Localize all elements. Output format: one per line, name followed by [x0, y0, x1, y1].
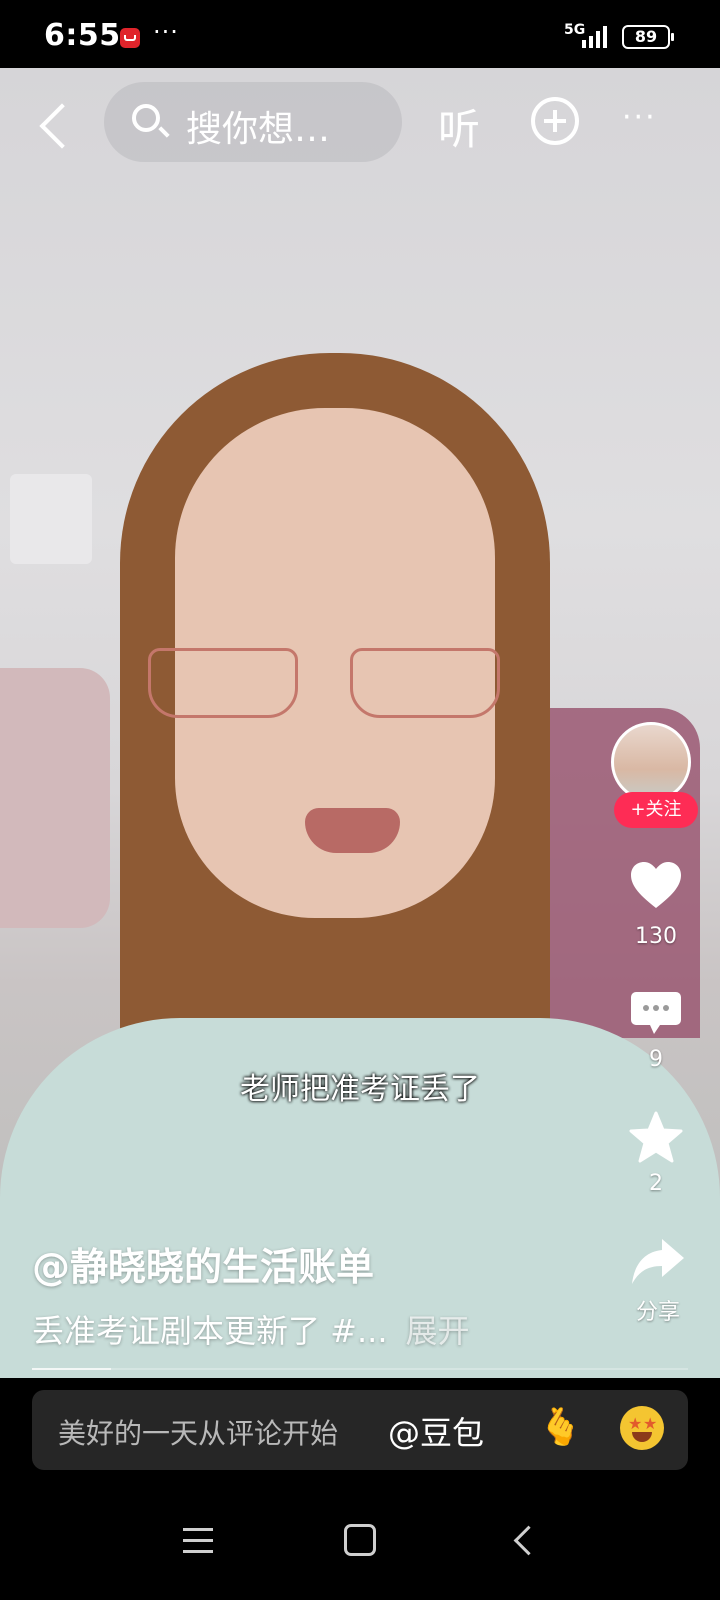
notification-app-icon [120, 28, 140, 48]
like-heart-icon[interactable] [628, 858, 684, 914]
video-progress-bar[interactable] [32, 1368, 688, 1370]
add-circle-icon[interactable] [531, 97, 579, 145]
search-icon [132, 104, 160, 132]
comment-bubble-icon[interactable] [630, 990, 682, 1036]
person-mouth [305, 808, 400, 853]
battery-icon: 89 [622, 25, 674, 49]
mention-button[interactable]: @豆包 [388, 1408, 484, 1454]
glasses-left-lens [148, 648, 298, 718]
star-eyes-emoji-icon[interactable]: ★ ★ [620, 1406, 664, 1450]
recent-apps-icon[interactable] [183, 1528, 213, 1554]
video-description[interactable]: 丢准考证剧本更新了 #... 展开 [32, 1306, 470, 1352]
system-navigation-bar [0, 1486, 720, 1600]
glasses-right-lens [350, 648, 500, 718]
follow-button[interactable]: +关注 [614, 792, 698, 828]
like-count: 130 [635, 924, 677, 949]
home-icon[interactable] [344, 1524, 376, 1556]
favorite-count: 2 [649, 1171, 663, 1196]
wall-switch [10, 474, 92, 564]
video-progress-fill [32, 1368, 111, 1370]
favorite-star-icon[interactable] [628, 1110, 684, 1166]
video-subtitle: 老师把准考证丢了 [240, 1072, 480, 1107]
back-button[interactable] [36, 100, 76, 150]
signal-icon [582, 24, 612, 48]
heart-hand-emoji-icon[interactable]: 🫰 [538, 1406, 583, 1448]
status-bar: 6:55 ··· 5G 89 [0, 0, 720, 68]
author-avatar[interactable] [611, 722, 691, 802]
status-more-indicator: ··· [153, 18, 179, 46]
listen-button[interactable]: 听 [438, 96, 480, 157]
status-time: 6:55 [44, 18, 121, 53]
author-name[interactable]: @静晓晓的生活账单 [32, 1236, 374, 1291]
background-cushion [0, 668, 110, 928]
share-label[interactable]: 分享 [618, 1294, 698, 1326]
search-box[interactable]: 搜你想… [104, 82, 402, 162]
expand-button[interactable]: 展开 [406, 1312, 470, 1350]
share-arrow-icon[interactable] [630, 1236, 686, 1288]
video-player[interactable] [0, 68, 720, 1378]
comment-placeholder: 美好的一天从评论开始 [58, 1417, 339, 1450]
search-placeholder: 搜你想… [186, 109, 331, 150]
more-options-button[interactable]: ··· [622, 100, 657, 135]
system-back-icon[interactable] [512, 1528, 536, 1552]
comment-input-bar[interactable]: 美好的一天从评论开始 @豆包 🫰 ★ ★ [32, 1390, 688, 1470]
description-text: 丢准考证剧本更新了 #... [32, 1312, 388, 1350]
